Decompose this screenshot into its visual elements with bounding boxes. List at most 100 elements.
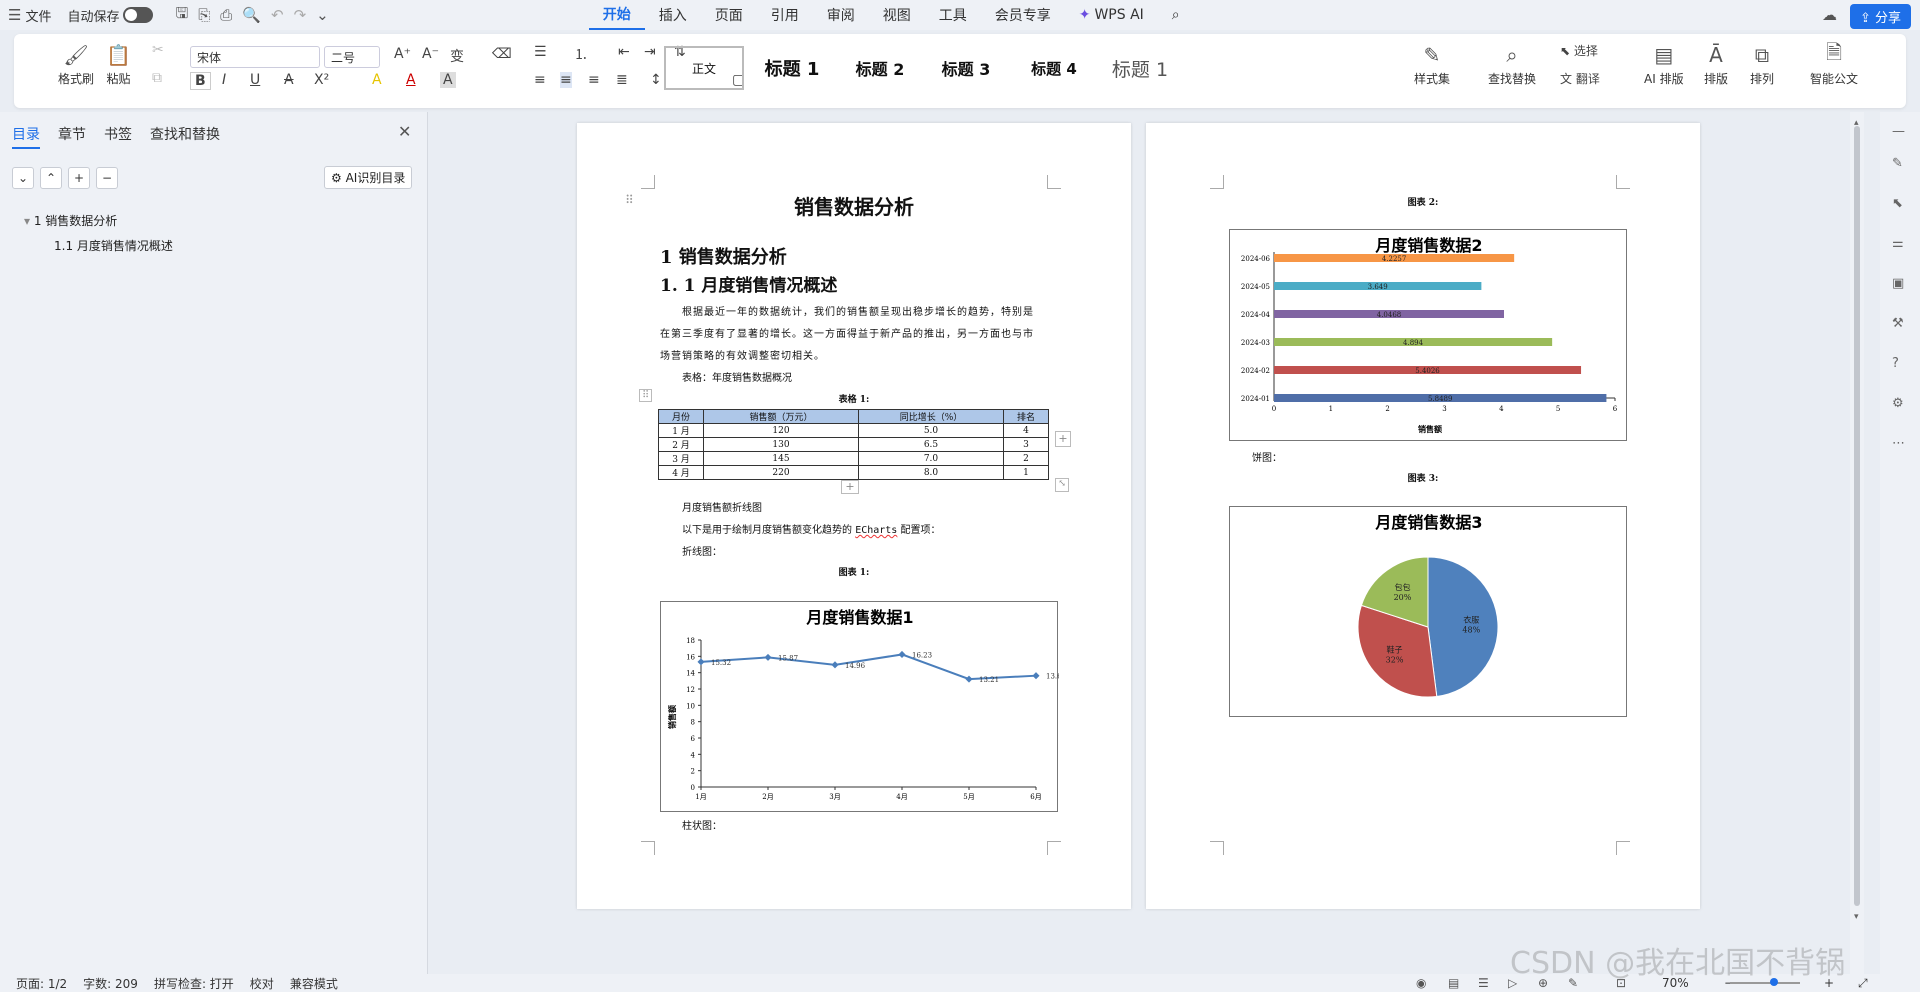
settings-icon[interactable]: ⚙	[1892, 396, 1904, 411]
image-edit-icon[interactable]: ▣	[1892, 276, 1904, 291]
grow-font-icon[interactable]: A⁺	[394, 46, 411, 62]
fullscreen-icon[interactable]: ⤢	[1858, 976, 1868, 991]
share-button[interactable]: ⇪ 分享	[1850, 4, 1912, 29]
tab-insert[interactable]: 插入	[645, 0, 701, 30]
table-cell[interactable]: 120	[703, 423, 859, 438]
scrollbar-thumb[interactable]	[1854, 126, 1860, 906]
tab-page[interactable]: 页面	[701, 0, 757, 30]
line-chart[interactable]: 月度销售数据1 销售额 0 2 4 6 8 10 12 14 16 18 1月 2月 3月 4月 5月 6月 1…	[660, 601, 1066, 812]
search-icon[interactable]: ⌕	[1158, 0, 1194, 30]
justify-icon[interactable]: ≣	[616, 72, 628, 88]
style-set-button[interactable]: ✎ 样式集	[1414, 40, 1450, 87]
collapse-icon[interactable]: —	[1892, 124, 1905, 139]
tab-wps-ai[interactable]: ✦ WPS AI	[1065, 0, 1158, 30]
autosave-toggle[interactable]: 自动保存	[59, 0, 161, 30]
translate-button[interactable]: 文 翻译	[1560, 70, 1600, 87]
table-cell[interactable]: 2	[1003, 451, 1049, 466]
proofread[interactable]: 校对	[250, 975, 274, 992]
table-cell[interactable]: 1 月	[658, 423, 704, 438]
table-cell[interactable]: 4 月	[658, 465, 704, 480]
copy-icon[interactable]: ⧉	[152, 70, 162, 86]
table-header-cell[interactable]: 月份	[658, 409, 704, 424]
tools-icon[interactable]: ⚒	[1892, 316, 1904, 331]
toc-item-1-1[interactable]: 1.1 月度销售情况概述	[54, 237, 173, 254]
tab-review[interactable]: 审阅	[813, 0, 869, 30]
superscript-icon[interactable]: X²	[314, 72, 329, 88]
chevron-down-icon[interactable]: ⌄	[316, 6, 329, 24]
pen-icon[interactable]: ✎	[1892, 156, 1903, 171]
remove-icon[interactable]: −	[96, 167, 118, 189]
table-header-cell[interactable]: 排名	[1003, 409, 1049, 424]
file-menu[interactable]: ☰ 文件	[0, 0, 59, 30]
tab-find-replace[interactable]: 查找和替换	[150, 124, 220, 149]
add-row-icon[interactable]: +	[841, 480, 859, 494]
page-view-icon[interactable]: ▤	[1448, 976, 1459, 990]
font-size-select[interactable]: 二号	[324, 46, 380, 68]
table-cell[interactable]: 145	[703, 451, 859, 466]
more-icon[interactable]: ⋯	[1892, 436, 1905, 451]
tab-view[interactable]: 视图	[869, 0, 925, 30]
add-column-icon[interactable]: +	[1055, 431, 1071, 447]
line-spacing-icon[interactable]: ↕	[650, 72, 662, 88]
bold-icon[interactable]: B	[190, 72, 211, 90]
ai-toc-button[interactable]: ⚙ AI识别目录	[324, 166, 413, 189]
cut-icon[interactable]: ✂	[152, 42, 164, 58]
char-shading-icon[interactable]: A	[440, 72, 456, 88]
vertical-scrollbar[interactable]: ▴ ▾	[1850, 112, 1864, 974]
select-button[interactable]: ⬉ 选择	[1560, 42, 1598, 59]
tab-chapters[interactable]: 章节	[58, 124, 86, 149]
table-cell[interactable]: 4	[1003, 423, 1049, 438]
table-cell[interactable]: 8.0	[858, 465, 1004, 480]
undo-icon[interactable]: ↶	[271, 6, 284, 24]
tab-bookmarks[interactable]: 书签	[104, 124, 132, 149]
page-1[interactable]: ⠿ 销售数据分析 1 销售数据分析 1. 1 月度销售情况概述 根据最近一年的数…	[577, 123, 1131, 909]
increase-indent-icon[interactable]: ⇥	[644, 44, 656, 60]
table-cell[interactable]: 130	[703, 437, 859, 452]
spell-check[interactable]: 拼写检查: 打开	[154, 975, 234, 992]
style-normal[interactable]: 正文	[664, 46, 744, 90]
collapse-icon[interactable]: ⌃	[40, 167, 62, 189]
table-cell[interactable]: 7.0	[858, 451, 1004, 466]
font-name-select[interactable]: 宋体	[190, 46, 320, 68]
bar-chart[interactable]: 月度销售数据2 销售额 0 1 2 3 4 5 6 2024-01 5.8489 2024-02 5…	[1229, 229, 1627, 441]
add-icon[interactable]: +	[68, 167, 90, 189]
style-heading-1[interactable]: 标题 1	[752, 46, 832, 90]
phonetic-icon[interactable]: 变	[450, 46, 464, 66]
style-heading-4[interactable]: 标题 4	[1014, 46, 1094, 90]
table-header-cell[interactable]: 同比增长（%）	[858, 409, 1004, 424]
style-heading-2[interactable]: 标题 2	[840, 46, 920, 90]
page-count[interactable]: 页面: 1/2	[16, 975, 67, 992]
expand-icon[interactable]: ⌄	[12, 167, 34, 189]
table-cell[interactable]: 220	[703, 465, 859, 480]
smart-doc-button[interactable]: 🗎 智能公文	[1810, 40, 1858, 87]
style-heading-3[interactable]: 标题 3	[926, 46, 1006, 90]
table-cell[interactable]: 1	[1003, 465, 1049, 480]
select-icon[interactable]: ⬉	[1892, 196, 1903, 211]
highlight-icon[interactable]: A	[372, 72, 382, 88]
redo-icon[interactable]: ↷	[294, 6, 307, 24]
toc-item-1[interactable]: ▾ 1 销售数据分析	[24, 212, 117, 229]
clear-format-icon[interactable]: ⌫	[492, 46, 512, 62]
eye-icon[interactable]: ◉	[1416, 976, 1426, 990]
help-icon[interactable]: ?	[1892, 356, 1899, 371]
table-cell[interactable]: 3	[1003, 437, 1049, 452]
tab-tools[interactable]: 工具	[925, 0, 981, 30]
print-preview-icon[interactable]: 🔍	[242, 6, 261, 24]
bullet-list-icon[interactable]: ☰	[534, 44, 547, 60]
numbered-list-icon[interactable]: ⒈	[574, 44, 588, 64]
ai-layout-button[interactable]: ▤ AI 排版	[1644, 40, 1684, 87]
pie-chart[interactable]: 月度销售数据3 衣服 48% 鞋子 32% 包包 20%	[1229, 506, 1627, 717]
paste-button[interactable]: 📋 粘贴	[106, 40, 131, 87]
find-replace-button[interactable]: ⌕ 查找替换	[1488, 40, 1536, 87]
save-icon[interactable]: 🖫	[175, 3, 188, 28]
table-cell[interactable]: 5.0	[858, 423, 1004, 438]
tab-references[interactable]: 引用	[757, 0, 813, 30]
layout-button[interactable]: Ā 排版	[1704, 40, 1728, 87]
cloud-icon[interactable]: ☁	[1822, 6, 1837, 24]
font-color-icon[interactable]: A	[406, 72, 416, 88]
adjust-icon[interactable]: ⚌	[1892, 236, 1904, 251]
align-center-icon[interactable]: ≡	[560, 72, 572, 88]
word-count[interactable]: 字数: 209	[83, 975, 138, 992]
print-icon[interactable]: ⎙	[220, 6, 232, 24]
align-right-icon[interactable]: ≡	[588, 72, 600, 88]
